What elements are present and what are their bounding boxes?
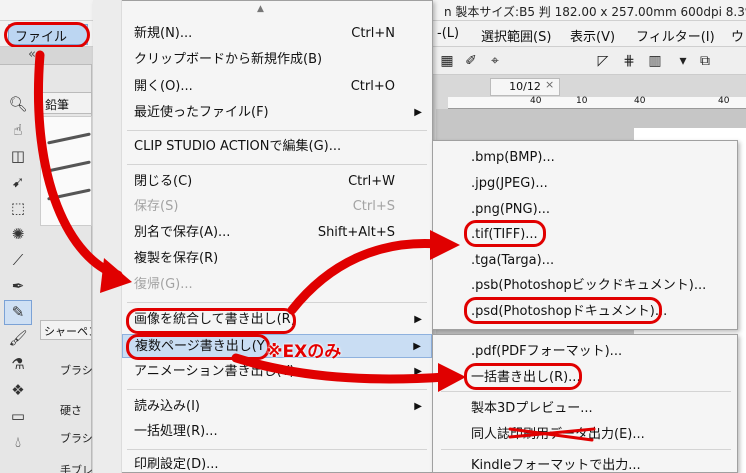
annotation-arrows bbox=[33, 50, 596, 442]
